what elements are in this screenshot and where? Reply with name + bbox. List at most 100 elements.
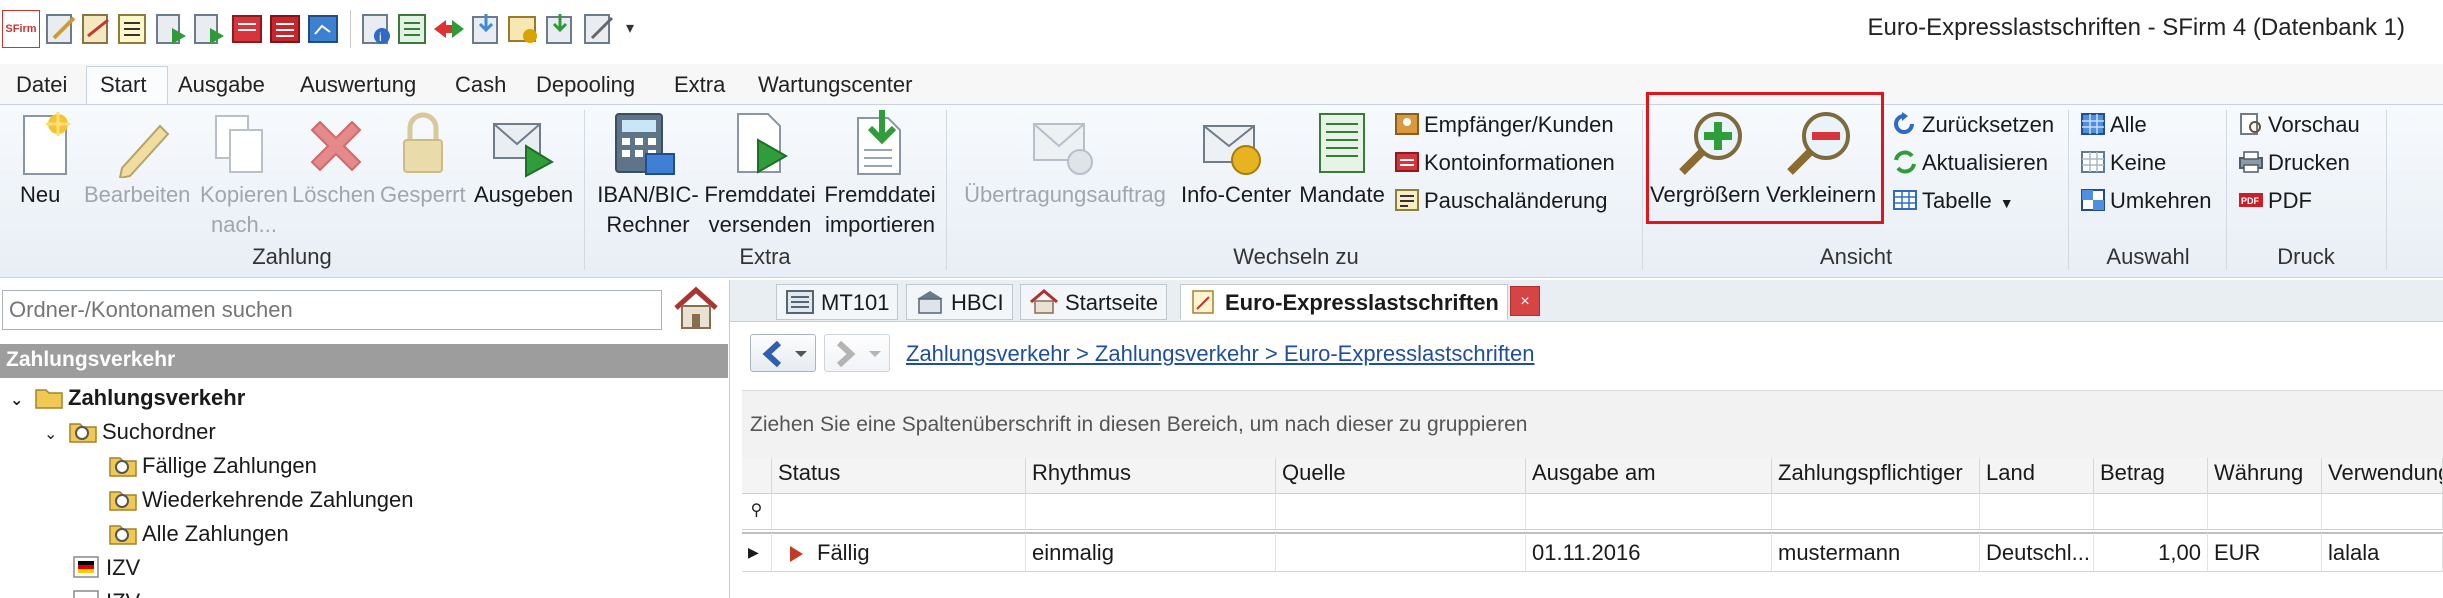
- table-cell-betrag[interactable]: 1,00: [2094, 532, 2208, 572]
- vorschau-button[interactable]: Vorschau: [2238, 112, 2360, 138]
- certificate-icon[interactable]: [506, 12, 540, 46]
- column-header-rhythmus[interactable]: Rhythmus: [1026, 458, 1276, 494]
- table-cell-land[interactable]: Deutschl...: [1980, 532, 2094, 572]
- column-header-verwendung[interactable]: Verwendung: [2322, 458, 2443, 494]
- pdf-button[interactable]: PDF PDF: [2238, 188, 2312, 214]
- menu-auswertung[interactable]: Auswertung: [300, 72, 416, 98]
- filter-cell-waehrung[interactable]: [2208, 494, 2322, 530]
- mandate-button[interactable]: Mandate: [1296, 180, 1388, 210]
- tree-item-izv[interactable]: IZV: [72, 554, 140, 581]
- table-cell-verwendung[interactable]: lalala: [2322, 532, 2443, 572]
- back-button[interactable]: [750, 334, 816, 372]
- filter-cell-status[interactable]: [772, 494, 1026, 530]
- tab-startseite[interactable]: Startseite: [1020, 284, 1167, 320]
- edit-doc-icon[interactable]: [44, 12, 78, 46]
- send-doc-2-icon[interactable]: [192, 12, 226, 46]
- customize-toolbar-dropdown[interactable]: ▾: [626, 18, 634, 38]
- exchange-arrows-icon[interactable]: [432, 12, 466, 46]
- tree-item-faellige-zahlungen[interactable]: Fällige Zahlungen: [108, 452, 317, 479]
- menu-wartungscenter[interactable]: Wartungscenter: [758, 72, 912, 98]
- import-doc-icon[interactable]: [470, 12, 504, 46]
- menu-datei[interactable]: Datei: [16, 72, 67, 98]
- table-cell-status[interactable]: Fällig: [772, 532, 1026, 572]
- menu-extra[interactable]: Extra: [674, 72, 725, 98]
- filter-cell-land[interactable]: [1980, 494, 2094, 530]
- column-header-betrag[interactable]: Betrag: [2094, 458, 2208, 494]
- tree-item-alle-zahlungen[interactable]: Alle Zahlungen: [108, 520, 289, 547]
- uebertragungsauftrag-button[interactable]: Übertragungsauftrag: [956, 180, 1174, 210]
- filter-cell-verwendung[interactable]: [2322, 494, 2443, 530]
- table-cell-quelle[interactable]: [1276, 532, 1526, 572]
- column-header-status[interactable]: Status: [772, 458, 1026, 494]
- send-doc-icon[interactable]: [154, 12, 188, 46]
- chevron-down-icon[interactable]: ⌄: [44, 424, 68, 444]
- mandate-icon: [1319, 113, 1365, 173]
- aktualisieren-button[interactable]: Aktualisieren: [1892, 150, 2048, 176]
- umkehren-button[interactable]: Umkehren: [2080, 188, 2211, 214]
- tree-item-zahlungsverkehr[interactable]: ⌄ Zahlungsverkehr: [10, 384, 245, 411]
- blue-doc-icon[interactable]: [306, 12, 340, 46]
- home-icon[interactable]: [670, 284, 722, 334]
- edit-list-icon[interactable]: [582, 12, 616, 46]
- forward-button[interactable]: [824, 334, 890, 372]
- column-header-waehrung[interactable]: Währung: [2208, 458, 2322, 494]
- alle-button[interactable]: Alle: [2080, 112, 2147, 138]
- filter-cell-zahlungspflichtiger[interactable]: [1772, 494, 1980, 530]
- kopieren-button[interactable]: Kopieren nach...: [196, 180, 292, 240]
- filter-cell-betrag[interactable]: [2094, 494, 2208, 530]
- pen-doc-icon[interactable]: [80, 12, 114, 46]
- group-by-area[interactable]: Ziehen Sie eine Spaltenüberschrift in di…: [742, 390, 2443, 458]
- empfaenger-kunden-button[interactable]: Empfänger/Kunden: [1394, 112, 1614, 138]
- info-center-button[interactable]: Info-Center: [1176, 180, 1296, 210]
- fremddatei-importieren-button[interactable]: Fremddatei importieren: [820, 180, 940, 240]
- drucken-button[interactable]: Drucken: [2238, 150, 2350, 176]
- tab-mt101[interactable]: MT101: [776, 284, 899, 320]
- column-header-land[interactable]: Land: [1980, 458, 2094, 494]
- filter-cell-quelle[interactable]: [1276, 494, 1526, 530]
- red-doc-icon[interactable]: [230, 12, 264, 46]
- table-cell-waehrung[interactable]: EUR: [2208, 532, 2322, 572]
- iban-rechner-button[interactable]: IBAN/BIC-Rechner: [590, 180, 706, 240]
- breadcrumb[interactable]: Zahlungsverkehr > Zahlungsverkehr > Euro…: [906, 341, 1535, 367]
- bearbeiten-button[interactable]: Bearbeiten: [84, 180, 190, 210]
- neu-button[interactable]: Neu: [20, 180, 60, 210]
- search-folder-icon: [109, 457, 137, 477]
- table-cell-zahlungspflichtiger[interactable]: mustermann: [1772, 532, 1980, 572]
- tab-euro-expresslastschriften[interactable]: Euro-Expresslastschriften: [1180, 284, 1508, 320]
- list-doc-icon[interactable]: [116, 12, 150, 46]
- green-list-icon[interactable]: [396, 12, 430, 46]
- filter-cell-ausgabe-am[interactable]: [1526, 494, 1772, 530]
- download-doc-icon[interactable]: [544, 12, 578, 46]
- folder-search-input[interactable]: [2, 290, 662, 330]
- ausgeben-button[interactable]: Ausgeben: [474, 180, 573, 210]
- fremddatei-versenden-button[interactable]: Fremddatei versenden: [700, 180, 820, 240]
- column-header-quelle[interactable]: Quelle: [1276, 458, 1526, 494]
- table-cell-ausgabe-am[interactable]: 01.11.2016: [1526, 532, 1772, 572]
- search-folder-icon: [109, 491, 137, 511]
- menu-start[interactable]: Start: [100, 72, 146, 98]
- kontoinformationen-button[interactable]: Kontoinformationen: [1394, 150, 1615, 176]
- red-list-icon[interactable]: [268, 12, 302, 46]
- tree-item-suchordner[interactable]: ⌄ Suchordner: [44, 418, 216, 445]
- chevron-down-icon[interactable]: ⌄: [10, 390, 34, 410]
- pauschalaenderung-button[interactable]: Pauschaländerung: [1394, 188, 1607, 214]
- column-header-zahlungspflichtiger[interactable]: Zahlungspflichtiger: [1772, 458, 1980, 494]
- filter-cell-rhythmus[interactable]: [1026, 494, 1276, 530]
- tab-hbci[interactable]: HBCI: [906, 284, 1013, 320]
- table-cell-rhythmus[interactable]: einmalig: [1026, 532, 1276, 572]
- column-header-ausgabe-am[interactable]: Ausgabe am: [1526, 458, 1772, 494]
- tabelle-dropdown[interactable]: Tabelle ▼: [1892, 188, 2014, 214]
- tree-item-wiederkehrende-zahlungen[interactable]: Wiederkehrende Zahlungen: [108, 486, 414, 513]
- filter-pin-icon[interactable]: ⚲: [742, 494, 772, 530]
- tree-item-izv-2[interactable]: IZV: [72, 588, 140, 598]
- menu-cash[interactable]: Cash: [455, 72, 506, 98]
- menu-ausgabe[interactable]: Ausgabe: [178, 72, 265, 98]
- row-selector-icon[interactable]: ▶: [742, 532, 772, 572]
- menu-depooling[interactable]: Depooling: [536, 72, 635, 98]
- close-tab-button[interactable]: ×: [1510, 286, 1540, 316]
- gesperrt-button[interactable]: Gesperrt: [380, 180, 466, 210]
- info-doc-icon[interactable]: i: [360, 12, 394, 46]
- zuruecksetzen-button[interactable]: Zurücksetzen: [1892, 112, 2054, 138]
- loeschen-button[interactable]: Löschen: [292, 180, 375, 210]
- keine-button[interactable]: Keine: [2080, 150, 2166, 176]
